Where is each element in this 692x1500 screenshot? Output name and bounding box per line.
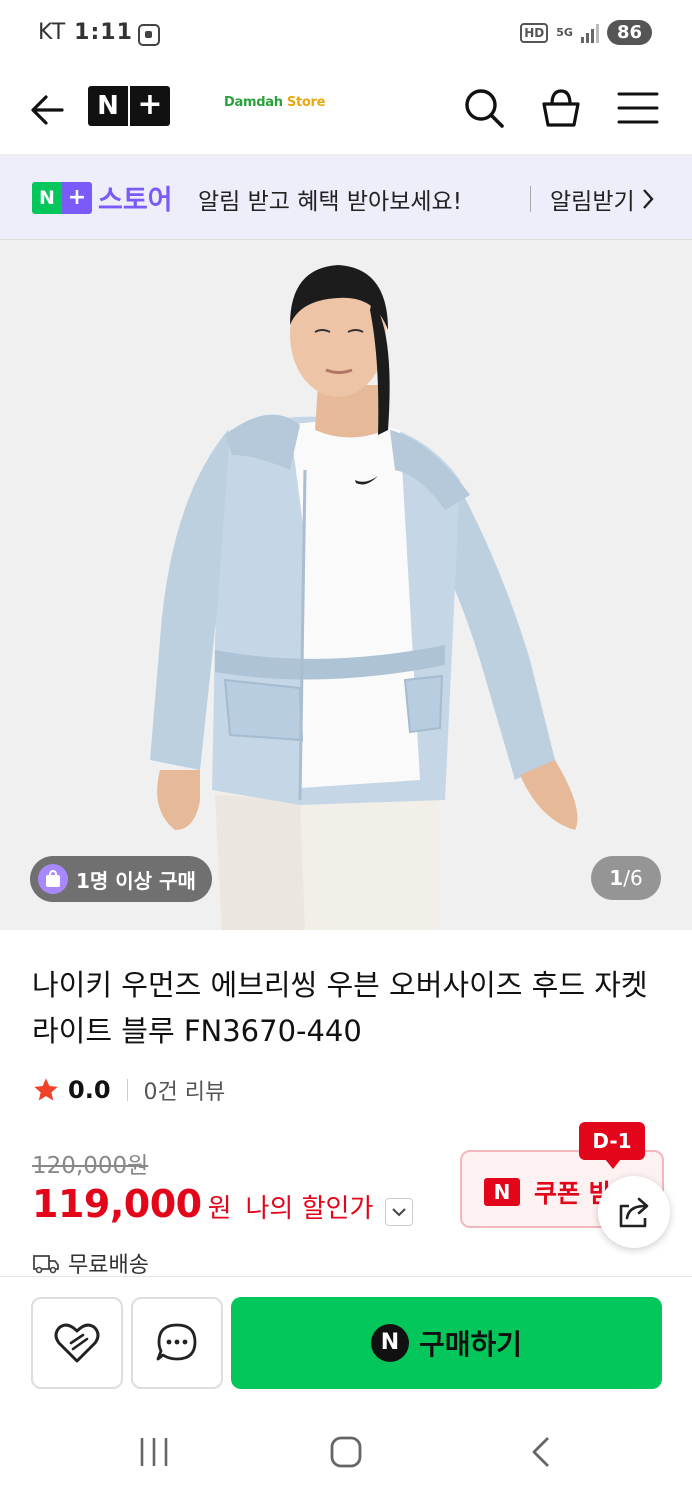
nplus-badge: N + [32,182,92,214]
shipping-info: 무료배송 [32,1250,149,1276]
chat-icon [156,1323,197,1361]
search-icon[interactable] [460,84,508,132]
chevron-right-icon [642,189,654,209]
bag-icon [38,864,68,894]
talktalk-button[interactable] [131,1297,223,1389]
rating-score: 0.0 [68,1076,111,1104]
truck-icon [33,1255,59,1274]
price-value: 119,000 [32,1182,202,1226]
discount-price[interactable]: 119,000 원 나의 할인가 [32,1182,414,1226]
image-pager: 1/6 [591,856,661,900]
store-logo[interactable]: Damdah Store [224,95,325,110]
screen-record-icon [138,24,160,46]
bottom-action-bar: N 구매하기 [0,1276,692,1406]
dday-badge: D-1 [579,1122,645,1169]
share-icon [619,1197,649,1228]
star-icon [34,1078,58,1101]
naver-n-icon: N [484,1178,520,1206]
network-type: 5G [556,26,573,39]
home-icon[interactable] [328,1434,364,1470]
battery-level: 86 [606,20,652,45]
product-image[interactable] [0,240,692,930]
subscribe-alerts-link[interactable]: 알림받기 [550,182,655,216]
recents-icon[interactable] [136,1434,172,1470]
buy-button[interactable]: N 구매하기 [231,1297,662,1389]
notification-banner[interactable]: N + 스토어 알림 받고 혜택 받아보세요! 알림받기 [0,156,692,240]
buyer-count-badge: 1명 이상 구매 [30,856,212,902]
heart-icon [54,1323,100,1363]
carrier-time: KT 1:11 [38,20,133,45]
cart-icon[interactable] [537,84,585,132]
signal-icon [580,23,599,43]
hd-voice-icon: HD [520,22,549,43]
jacket-model-photo [150,265,578,930]
menu-icon[interactable] [614,84,662,132]
chevron-down-icon[interactable] [385,1198,414,1226]
top-header: N + Damdah Store [0,70,692,156]
rating-summary[interactable]: 0.0 0건 리뷰 [32,1074,225,1106]
store-brand: 스토어 [98,185,173,216]
my-discount-label: 나의 할인가 [245,1194,374,1224]
nav-back-icon[interactable] [524,1434,560,1470]
notice-message: 알림 받고 혜택 받아보세요! [198,189,462,215]
product-title: 나이키 우먼즈 에브리씽 우븐 오버사이즈 후드 자켓 라이트 블루 FN367… [32,968,648,1048]
original-price: 120,000원 [32,1153,149,1179]
share-button[interactable] [598,1176,670,1248]
system-nav-bar [0,1406,692,1500]
status-bar: KT 1:11 HD 5G 86 [0,0,692,70]
buy-label: 구매하기 [418,1328,523,1361]
price-unit: 원 [207,1194,232,1224]
back-icon[interactable] [28,90,68,130]
wishlist-button[interactable] [31,1297,123,1389]
review-count: 0건 리뷰 [143,1080,226,1105]
naver-pay-icon: N [370,1324,409,1362]
naver-plus-logo[interactable]: N + [88,86,170,126]
